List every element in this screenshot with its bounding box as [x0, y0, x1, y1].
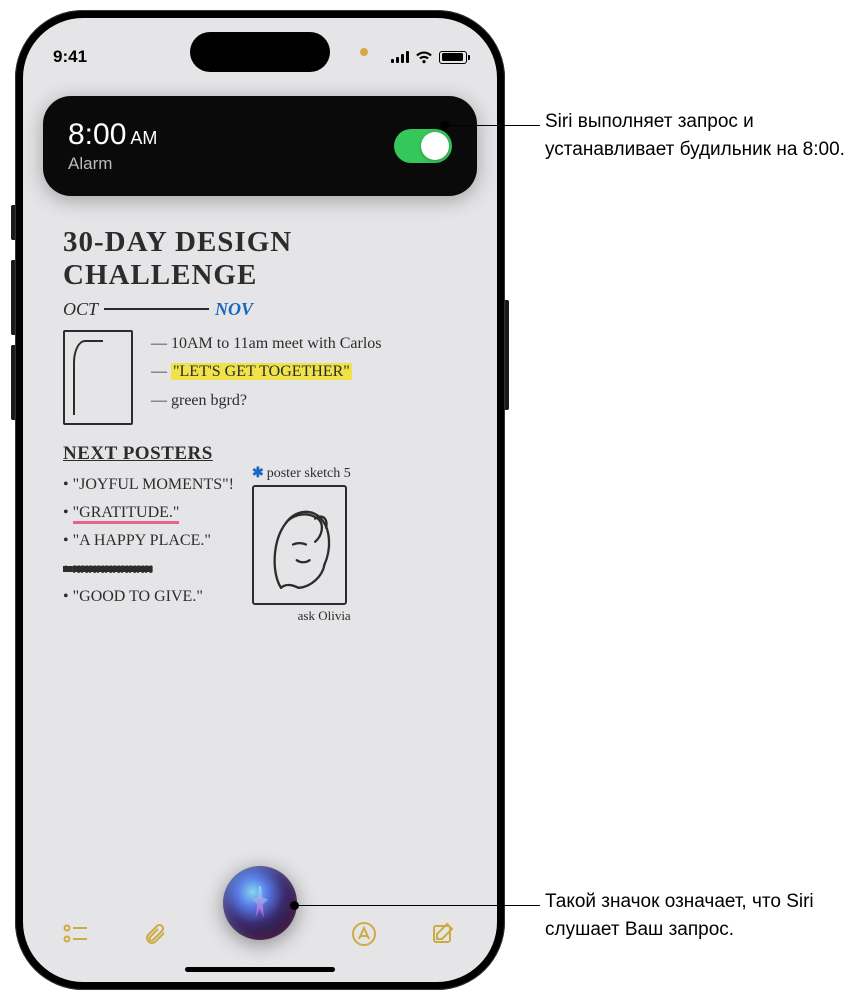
poster-item: "JOYFUL MOMENTS"! [63, 471, 234, 499]
alarm-toggle[interactable] [394, 129, 452, 163]
checklist-icon[interactable] [63, 923, 89, 952]
note-canvas[interactable]: 30-DAY DESIGN CHALLENGE OCT NOV 10AM to … [63, 226, 467, 872]
sketch-label: ✱poster sketch 5 [252, 465, 351, 482]
poster-item: xxxxxxxxxx [63, 555, 234, 583]
status-time: 9:41 [53, 47, 87, 67]
timeline-line [104, 308, 209, 310]
poster-item: "A HAPPY PLACE." [63, 527, 234, 555]
wifi-icon [415, 51, 433, 64]
home-indicator[interactable] [185, 967, 335, 972]
note-title: 30-DAY DESIGN CHALLENGE [63, 226, 467, 293]
bullet-item: 10AM to 11am meet with Carlos [151, 330, 382, 359]
phone-screen: 9:41 8:00 AM Alarm [23, 18, 497, 982]
toggle-knob [421, 132, 449, 160]
power-button[interactable] [505, 300, 509, 410]
poster-item: "GRATITUDE." [63, 499, 234, 527]
sketch-right-group: ✱poster sketch 5 [252, 465, 351, 624]
siri-orb-icon[interactable] [223, 866, 297, 940]
poster-item: "GOOD TO GIVE." [63, 583, 234, 611]
volume-down-button[interactable] [11, 350, 15, 420]
cellular-signal-icon [391, 51, 409, 63]
callout-top: Siri выполняет запрос и устанавливает бу… [545, 108, 845, 163]
compose-icon[interactable] [431, 921, 457, 954]
battery-icon [439, 51, 467, 64]
callout-bottom: Такой значок означает, что Siri слушает … [545, 888, 845, 943]
note-bullets: 10AM to 11am meet with Carlos "LET'S GET… [151, 330, 382, 416]
sketch-thumbnail-1 [63, 330, 133, 425]
posters-header: NEXT POSTERS [63, 443, 467, 465]
siri-alarm-card[interactable]: 8:00 AM Alarm [43, 96, 477, 196]
iphone-frame: 9:41 8:00 AM Alarm [15, 10, 505, 990]
callout-line-bottom [295, 905, 540, 906]
bullet-item: green bgrd? [151, 387, 382, 416]
alarm-label: Alarm [68, 154, 157, 174]
posters-list: "JOYFUL MOMENTS"! "GRATITUDE." "A HAPPY … [63, 471, 234, 611]
volume-up-button[interactable] [11, 265, 15, 335]
callout-line-top [445, 125, 540, 126]
attachment-icon[interactable] [144, 922, 168, 953]
ask-olivia-note: ask Olivia [252, 608, 351, 624]
bullet-item: "LET'S GET TOGETHER" [151, 358, 382, 387]
alarm-ampm: AM [130, 128, 157, 149]
markup-icon[interactable] [351, 921, 377, 954]
month-end: NOV [215, 299, 253, 320]
month-start: OCT [63, 299, 98, 320]
dynamic-island [190, 32, 330, 72]
status-icons [391, 51, 467, 64]
alarm-time: 8:00 [68, 118, 126, 152]
sketch-thumbnail-2 [252, 485, 347, 605]
note-timeline: OCT NOV [63, 299, 467, 320]
alarm-info: 8:00 AM Alarm [68, 118, 157, 174]
